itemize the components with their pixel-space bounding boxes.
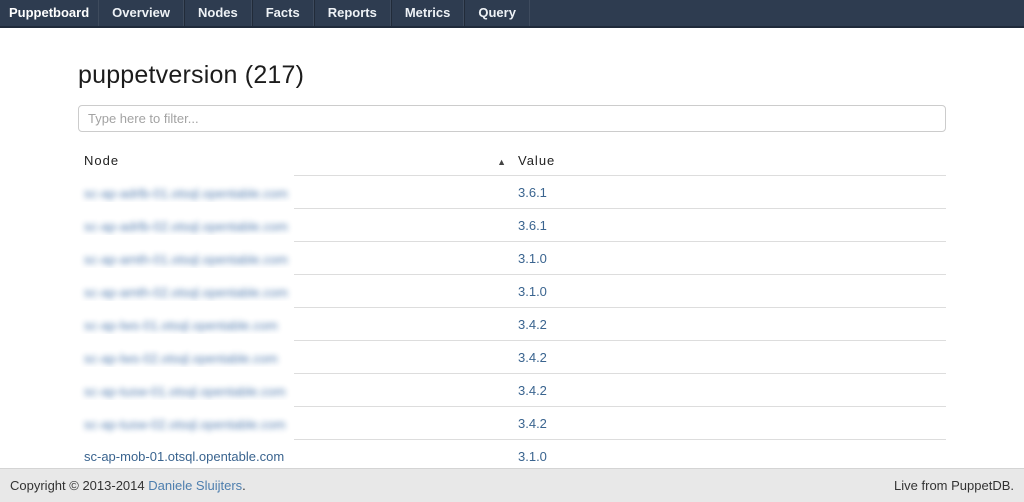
node-link[interactable]: sc-ap-tusw-02.otsql.opentable.com: [84, 417, 286, 432]
value-column-label: Value: [518, 153, 555, 168]
facts-table: Node ▲ Value sc-ap-adrlb-01.otsql.openta…: [78, 146, 946, 473]
author-link[interactable]: Daniele Sluijters: [148, 478, 242, 493]
value-cell: 3.6.1: [512, 176, 946, 209]
node-link[interactable]: sc-ap-adrlb-01.otsql.opentable.com: [84, 186, 288, 201]
fact-value-link[interactable]: 3.1.0: [518, 251, 547, 266]
node-link[interactable]: sc-ap-lws-01.otsql.opentable.com: [84, 318, 278, 333]
copyright-period: .: [242, 478, 246, 493]
navbar-menu: OverviewNodesFactsReportsMetricsQuery: [99, 0, 530, 26]
nav-item-reports[interactable]: Reports: [314, 0, 391, 26]
fact-value-link[interactable]: 3.1.0: [518, 449, 547, 464]
node-link[interactable]: sc-ap-tusw-01.otsql.opentable.com: [84, 384, 286, 399]
table-row: sc-ap-tusw-02.otsql.opentable.com 3.4.2: [78, 407, 946, 440]
sort-asc-icon[interactable]: ▲: [497, 155, 506, 170]
main-content: puppetversion (217) Node ▲ Value sc-ap-a…: [0, 62, 1024, 472]
navbar-brand[interactable]: Puppetboard: [0, 0, 99, 26]
value-cell: 3.1.0: [512, 242, 946, 275]
fact-value-link[interactable]: 3.6.1: [518, 218, 547, 233]
content-container: puppetversion (217) Node ▲ Value sc-ap-a…: [78, 62, 946, 472]
page-title: puppetversion (217): [78, 62, 946, 90]
value-cell: 3.4.2: [512, 308, 946, 341]
value-cell: 3.4.2: [512, 374, 946, 407]
node-link[interactable]: sc-ap-adrlb-02.otsql.opentable.com: [84, 219, 288, 234]
nav-item-nodes[interactable]: Nodes: [184, 0, 252, 26]
node-link[interactable]: sc-ap-lws-02.otsql.opentable.com: [84, 351, 278, 366]
node-link[interactable]: sc-ap-mob-01.otsql.opentable.com: [84, 449, 284, 464]
node-column-label: Node: [84, 153, 119, 168]
value-cell: 3.4.2: [512, 341, 946, 374]
node-link[interactable]: sc-ap-amth-02.otsql.opentable.com: [84, 285, 288, 300]
copyright-text: Copyright © 2013-2014: [10, 478, 148, 493]
fact-value-link[interactable]: 3.6.1: [518, 185, 547, 200]
table-body: sc-ap-adrlb-01.otsql.opentable.com 3.6.1 s…: [78, 176, 946, 473]
value-cell: 3.4.2: [512, 407, 946, 440]
nav-item-query[interactable]: Query: [464, 0, 530, 26]
nav-item-metrics[interactable]: Metrics: [391, 0, 465, 26]
filter-input[interactable]: [78, 105, 946, 132]
fact-value-link[interactable]: 3.4.2: [518, 350, 547, 365]
value-cell: 3.6.1: [512, 209, 946, 242]
top-navbar: Puppetboard OverviewNodesFactsReportsMet…: [0, 0, 1024, 28]
footer: Copyright © 2013-2014 Daniele Sluijters.…: [0, 468, 1024, 502]
node-cell: sc-ap-tusw-02.otsql.opentable.com: [78, 407, 512, 440]
column-header-value[interactable]: Value: [512, 146, 946, 176]
nav-item-facts[interactable]: Facts: [252, 0, 314, 26]
value-cell: 3.1.0: [512, 275, 946, 308]
fact-value-link[interactable]: 3.4.2: [518, 317, 547, 332]
copyright: Copyright © 2013-2014 Daniele Sluijters.: [10, 478, 246, 493]
censored-node-name: sc-ap-tusw-02.otsql.opentable.com: [78, 400, 294, 449]
fact-value-link[interactable]: 3.4.2: [518, 383, 547, 398]
nav-item-overview[interactable]: Overview: [99, 0, 184, 26]
puppetdb-status: Live from PuppetDB.: [894, 478, 1014, 493]
fact-value-link[interactable]: 3.1.0: [518, 284, 547, 299]
node-link[interactable]: sc-ap-amth-01.otsql.opentable.com: [84, 252, 288, 267]
fact-value-link[interactable]: 3.4.2: [518, 416, 547, 431]
